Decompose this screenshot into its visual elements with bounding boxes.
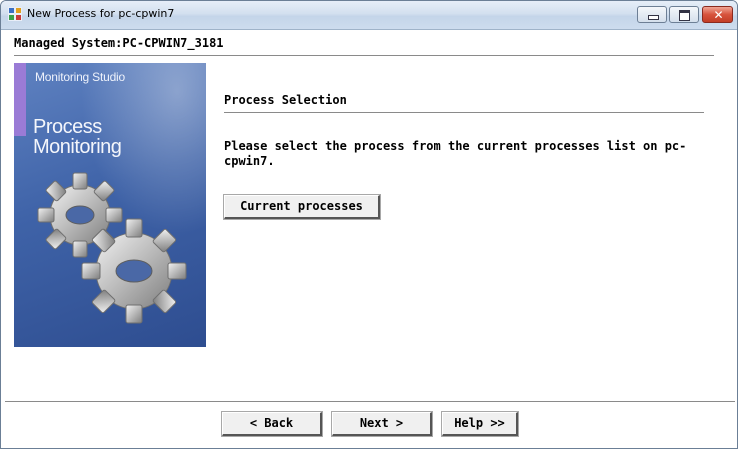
next-button[interactable]: Next > (331, 411, 433, 437)
app-icon (8, 7, 22, 21)
maximize-icon (679, 10, 690, 21)
title-bar[interactable]: New Process for pc-cpwin7 ✕ (1, 1, 737, 30)
banner-accent-bar (14, 63, 26, 136)
back-button[interactable]: < Back (221, 411, 323, 437)
dialog-window: New Process for pc-cpwin7 ✕ Managed Syst… (0, 0, 738, 449)
header-divider (14, 55, 714, 56)
section-divider (224, 112, 704, 113)
managed-system-label: Managed System:PC-CPWIN7_3181 (14, 36, 224, 50)
help-button[interactable]: Help >> (441, 411, 519, 437)
banner-title: Process Monitoring (33, 116, 122, 158)
footer-divider (5, 401, 735, 402)
banner-subtitle: Monitoring Studio (35, 70, 125, 84)
section-title: Process Selection (224, 93, 347, 107)
window-title: New Process for pc-cpwin7 (27, 7, 175, 20)
maximize-button[interactable] (669, 6, 699, 23)
current-processes-button[interactable]: Current processes (223, 194, 381, 220)
close-icon: ✕ (713, 8, 724, 22)
gears-icon (14, 63, 206, 347)
instruction-text: Please select the process from the curre… (224, 139, 687, 168)
wizard-banner: Monitoring Studio Process Monitoring (14, 63, 206, 347)
close-button[interactable]: ✕ (702, 6, 733, 23)
minimize-icon (648, 15, 659, 20)
minimize-button[interactable] (637, 6, 667, 23)
dialog-body: Managed System:PC-CPWIN7_3181 Monitoring… (1, 30, 737, 448)
